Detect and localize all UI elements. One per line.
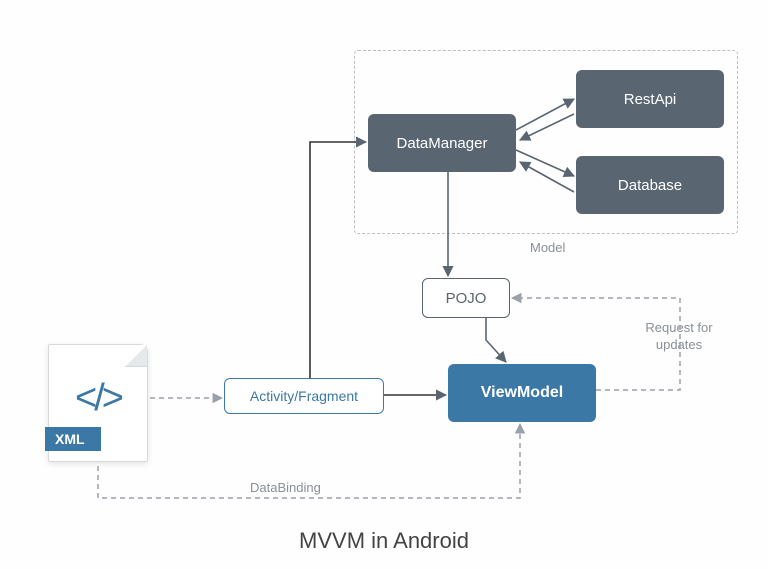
xml-band: XML [45, 427, 101, 451]
request-label: Request for updates [634, 320, 724, 354]
viewmodel-node: ViewModel [448, 364, 596, 422]
activity-node: Activity/Fragment [224, 378, 384, 414]
model-label: Model [530, 240, 565, 255]
diagram-title: MVVM in Android [299, 528, 469, 554]
xml-glyph: </> [75, 377, 121, 420]
database-node: Database [576, 156, 724, 214]
databinding-label: DataBinding [250, 480, 321, 495]
pojo-node: POJO [422, 278, 510, 318]
restapi-node: RestApi [576, 70, 724, 128]
datamanager-node: DataManager [368, 114, 516, 172]
xml-file-icon: </> XML [48, 344, 148, 462]
